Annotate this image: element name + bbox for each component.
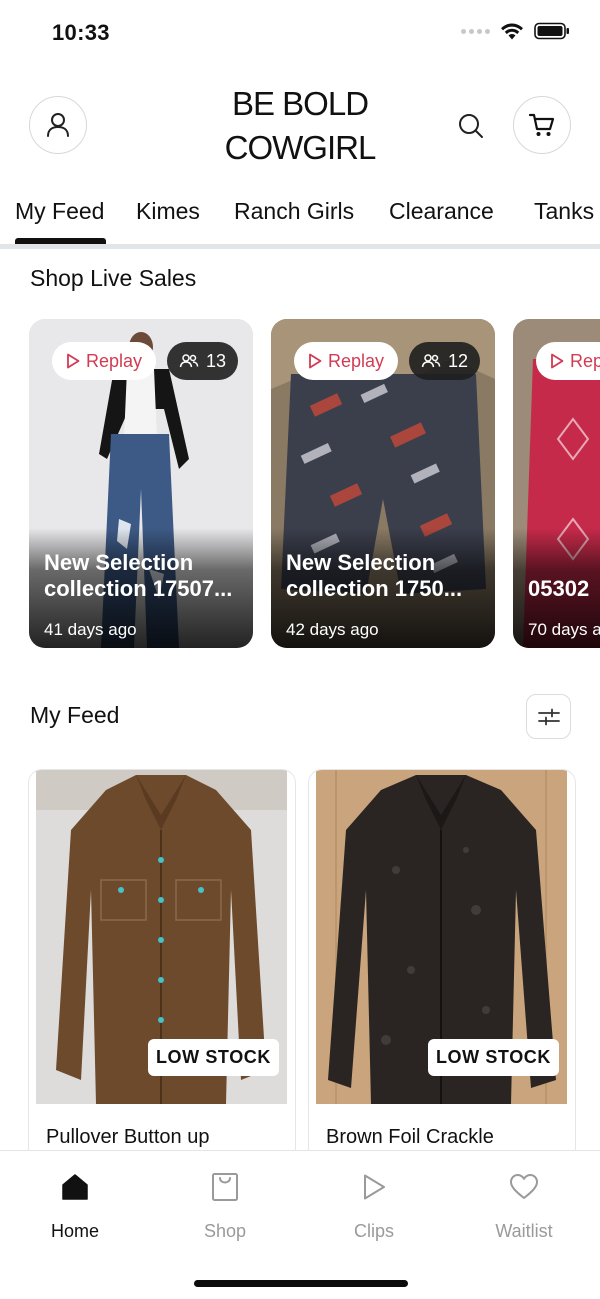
live-sales-carousel[interactable]: Replay 13 New Selection collection 17507… [29,319,600,649]
cart-button[interactable] [513,96,571,154]
nav-clips[interactable]: Clips [324,1169,424,1242]
live-sale-card[interactable]: Rep 05302 70 days a [513,319,600,648]
filter-button[interactable] [526,694,571,739]
live-sale-age: 42 days ago [286,620,379,639]
live-sale-name: New Selection collection 1750... [286,550,463,601]
viewers-icon [421,354,441,368]
viewers-icon [179,354,199,368]
brand-line-1: BE BOLD [231,85,369,122]
nav-home[interactable]: Home [25,1169,125,1242]
product-name: Brown Foil Crackle [326,1126,494,1148]
live-sale-card[interactable]: Replay 12 New Selection collection 1750.… [271,319,495,648]
live-sale-name: 05302 [528,576,590,601]
play-outline-icon [309,353,322,369]
nav-clips-label: Clips [353,1221,394,1241]
search-button[interactable] [453,108,489,144]
live-sale-card[interactable]: Replay 13 New Selection collection 17507… [29,319,253,648]
cart-icon [528,113,555,136]
replay-label: Rep [570,350,600,371]
shopping-bag-icon [212,1173,238,1201]
status-bar: 10:33 [0,0,600,66]
status-time: 10:33 [52,20,110,45]
low-stock-badge: LOW STOCK [147,1039,279,1076]
play-icon [364,1174,385,1200]
product-name: Pullover Button up [46,1126,210,1148]
replay-button[interactable]: Replay [52,342,157,380]
search-icon [459,114,483,138]
live-sale-age: 70 days a [528,620,600,639]
status-icons [461,22,570,40]
cellular-signal-icon [461,28,490,34]
heart-icon [510,1174,538,1199]
feed-title: My Feed [30,702,120,728]
nav-shop[interactable]: Shop [175,1169,275,1242]
product-card[interactable]: LOW STOCK Brown Foil Crackle [308,769,576,1189]
viewer-count-badge: 12 [409,342,481,380]
play-outline-icon [551,353,564,369]
home-indicator[interactable] [194,1280,408,1287]
nav-shop-label: Shop [203,1221,247,1241]
tab-my-feed[interactable]: My Feed [15,198,104,225]
product-card[interactable]: LOW STOCK Pullover Button up [28,769,296,1189]
tab-tanks[interactable]: Tanks [534,198,594,225]
nav-waitlist[interactable]: Waitlist [474,1169,574,1242]
person-icon [47,113,69,137]
wifi-icon [501,23,523,40]
replay-button[interactable]: Rep [536,342,600,380]
low-stock-badge: LOW STOCK [427,1039,559,1076]
brand-line-2: COWGIRL [224,129,377,166]
tab-clearance[interactable]: Clearance [389,198,494,225]
play-outline-icon [67,353,80,369]
live-sale-age: 41 days ago [44,620,137,639]
nav-home-label: Home [50,1221,99,1241]
replay-label: Replay [86,350,143,371]
category-tabs: My Feed Kimes Ranch Girls Clearance Tank… [0,193,600,249]
bottom-navigation: Home Shop Clips Waitlist [0,1150,600,1299]
viewer-count: 12 [448,350,469,371]
replay-label: Replay [328,350,385,371]
live-sale-name: New Selection collection 17507... [44,550,233,601]
tab-ranch-girls[interactable]: Ranch Girls [234,198,354,225]
nav-waitlist-label: Waitlist [495,1221,553,1241]
app-header: BE BOLD COWGIRL [0,80,600,180]
profile-button[interactable] [29,96,87,154]
brand-logo-title[interactable]: BE BOLD COWGIRL [200,82,400,170]
viewer-count-badge: 13 [167,342,239,380]
replay-button[interactable]: Replay [294,342,399,380]
home-icon [62,1174,88,1200]
product-image: LOW STOCK [316,770,567,1104]
tab-kimes[interactable]: Kimes [136,198,200,225]
battery-icon [534,22,569,40]
viewer-count: 13 [206,350,227,371]
product-image: LOW STOCK [36,770,287,1104]
live-sales-title: Shop Live Sales [30,265,197,291]
sliders-icon [537,708,560,725]
active-tab-indicator [15,238,106,244]
